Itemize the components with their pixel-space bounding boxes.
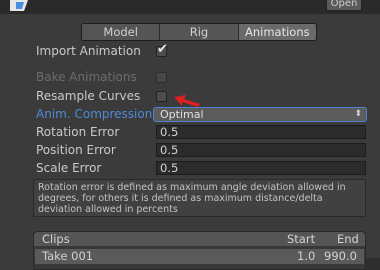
clip-name: Take 001 [42,249,94,263]
top-bar: Open [0,0,380,14]
start-column-header: Start [287,232,316,246]
anim-compression-value: Optimal [160,108,204,121]
anim-compression-dropdown[interactable]: Optimal ⬍ [153,107,367,122]
scale-error-field[interactable]: 0.5 [156,161,366,175]
unity-logo-icon [10,0,28,11]
bake-animations-checkbox[interactable] [156,72,167,83]
clips-column-header: Clips [42,232,70,246]
tab-animations[interactable]: Animations [238,24,316,40]
checkmark-icon: ✔ [157,42,168,57]
scale-error-label: Scale Error [36,161,102,175]
clip-end: 990.0 [324,249,357,263]
dropdown-arrows-icon: ⬍ [354,109,362,119]
scrollbar[interactable] [366,258,380,270]
help-box: Rotation error is defined as maximum ang… [33,179,366,217]
anim-compression-label: Anim. Compression [36,107,153,121]
clips-list: Clips Start End Take 001 1.0 990.0 [33,231,366,270]
clips-header: Clips Start End [34,232,365,246]
tab-rig[interactable]: Rig [160,24,239,40]
end-column-header: End [337,232,359,246]
resample-curves-checkbox[interactable] [156,91,167,102]
tab-model[interactable]: Model [82,24,161,40]
resample-curves-label: Resample Curves [36,89,141,103]
rotation-error-field[interactable]: 0.5 [156,125,366,139]
inspector-tabs: Model Rig Animations [81,23,317,41]
import-animation-label: Import Animation [36,44,141,58]
clip-start: 1.0 [297,249,316,263]
bake-animations-label: Bake Animations [36,70,137,84]
position-error-field[interactable]: 0.5 [156,143,366,157]
open-button[interactable]: Open [326,0,362,11]
position-error-label: Position Error [36,143,116,157]
clip-row[interactable]: Take 001 1.0 990.0 [35,249,364,264]
import-animation-checkbox[interactable]: ✔ [156,42,168,57]
rotation-error-label: Rotation Error [36,125,120,139]
